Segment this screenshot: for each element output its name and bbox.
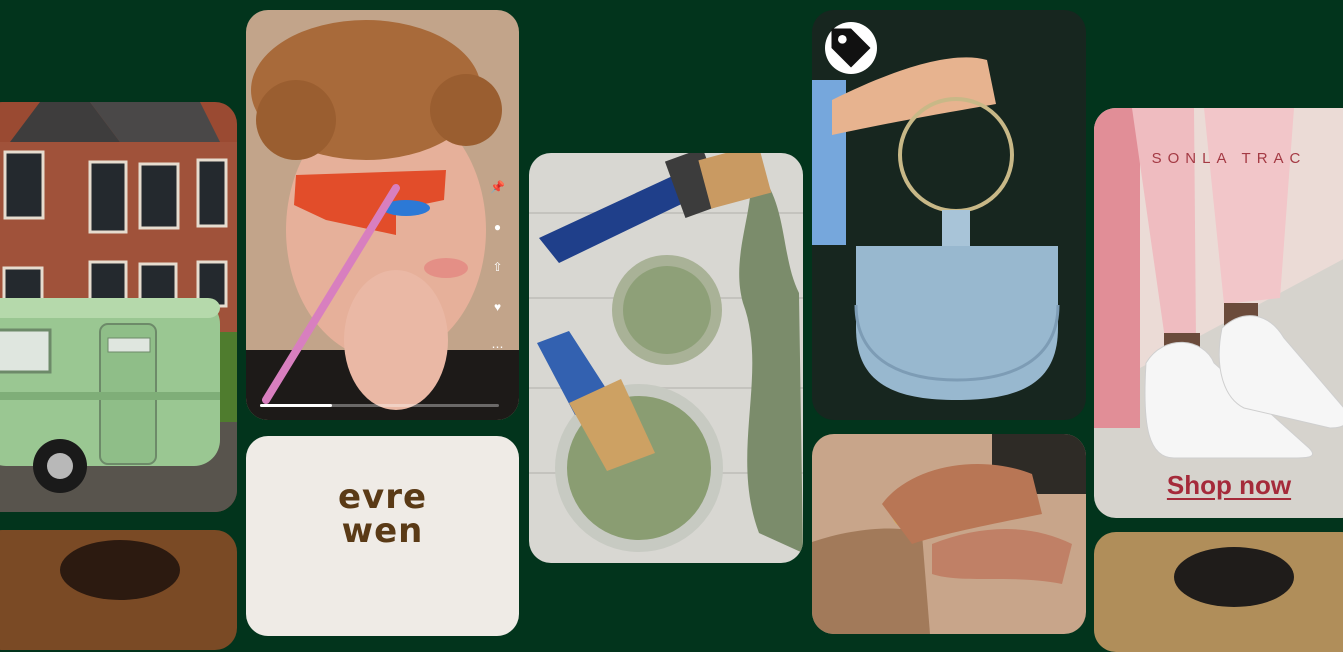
paint-image	[529, 153, 803, 563]
pin-portrait-partial[interactable]	[0, 530, 237, 650]
shop-now-link[interactable]: Shop now	[1094, 470, 1343, 501]
pin-icon[interactable]: 📌	[490, 180, 505, 194]
video-progress-bar[interactable]	[260, 404, 499, 407]
comment-icon[interactable]: ●	[494, 220, 501, 234]
pin-green-paint[interactable]	[529, 153, 803, 563]
pin-camper-house[interactable]	[0, 102, 237, 512]
pin-sneakers-ad[interactable]: SONLA TRAC Shop now	[1094, 108, 1343, 518]
evrewen-logo: evre wen	[246, 480, 519, 548]
pottery-image	[812, 434, 1086, 634]
heart-icon[interactable]: ♥	[494, 300, 501, 314]
pin-blue-handbag[interactable]	[812, 10, 1086, 420]
share-icon[interactable]: ⇧	[492, 260, 502, 274]
curly-hair-image	[1094, 532, 1343, 652]
camper-house-image	[0, 102, 237, 512]
pin-curly-hair-partial[interactable]	[1094, 532, 1343, 652]
video-progress-fill	[260, 404, 332, 407]
logo-line-1: evre	[337, 477, 428, 517]
portrait-image	[0, 530, 237, 650]
pin-evrewen-brand[interactable]: evre wen	[246, 436, 519, 636]
more-icon[interactable]: ⋯	[492, 340, 504, 354]
pin-makeup-video[interactable]: 📌 ● ⇧ ♥ ⋯	[246, 10, 519, 420]
brand-name: SONLA TRAC	[1151, 150, 1307, 167]
tag-icon	[831, 28, 871, 68]
makeup-image	[246, 10, 519, 420]
shopping-tag-badge[interactable]	[825, 22, 877, 74]
logo-line-2: wen	[341, 511, 424, 551]
sneakers-image	[1094, 108, 1343, 518]
video-action-bar: 📌 ● ⇧ ♥ ⋯	[490, 180, 505, 354]
pin-pottery-hands[interactable]	[812, 434, 1086, 634]
